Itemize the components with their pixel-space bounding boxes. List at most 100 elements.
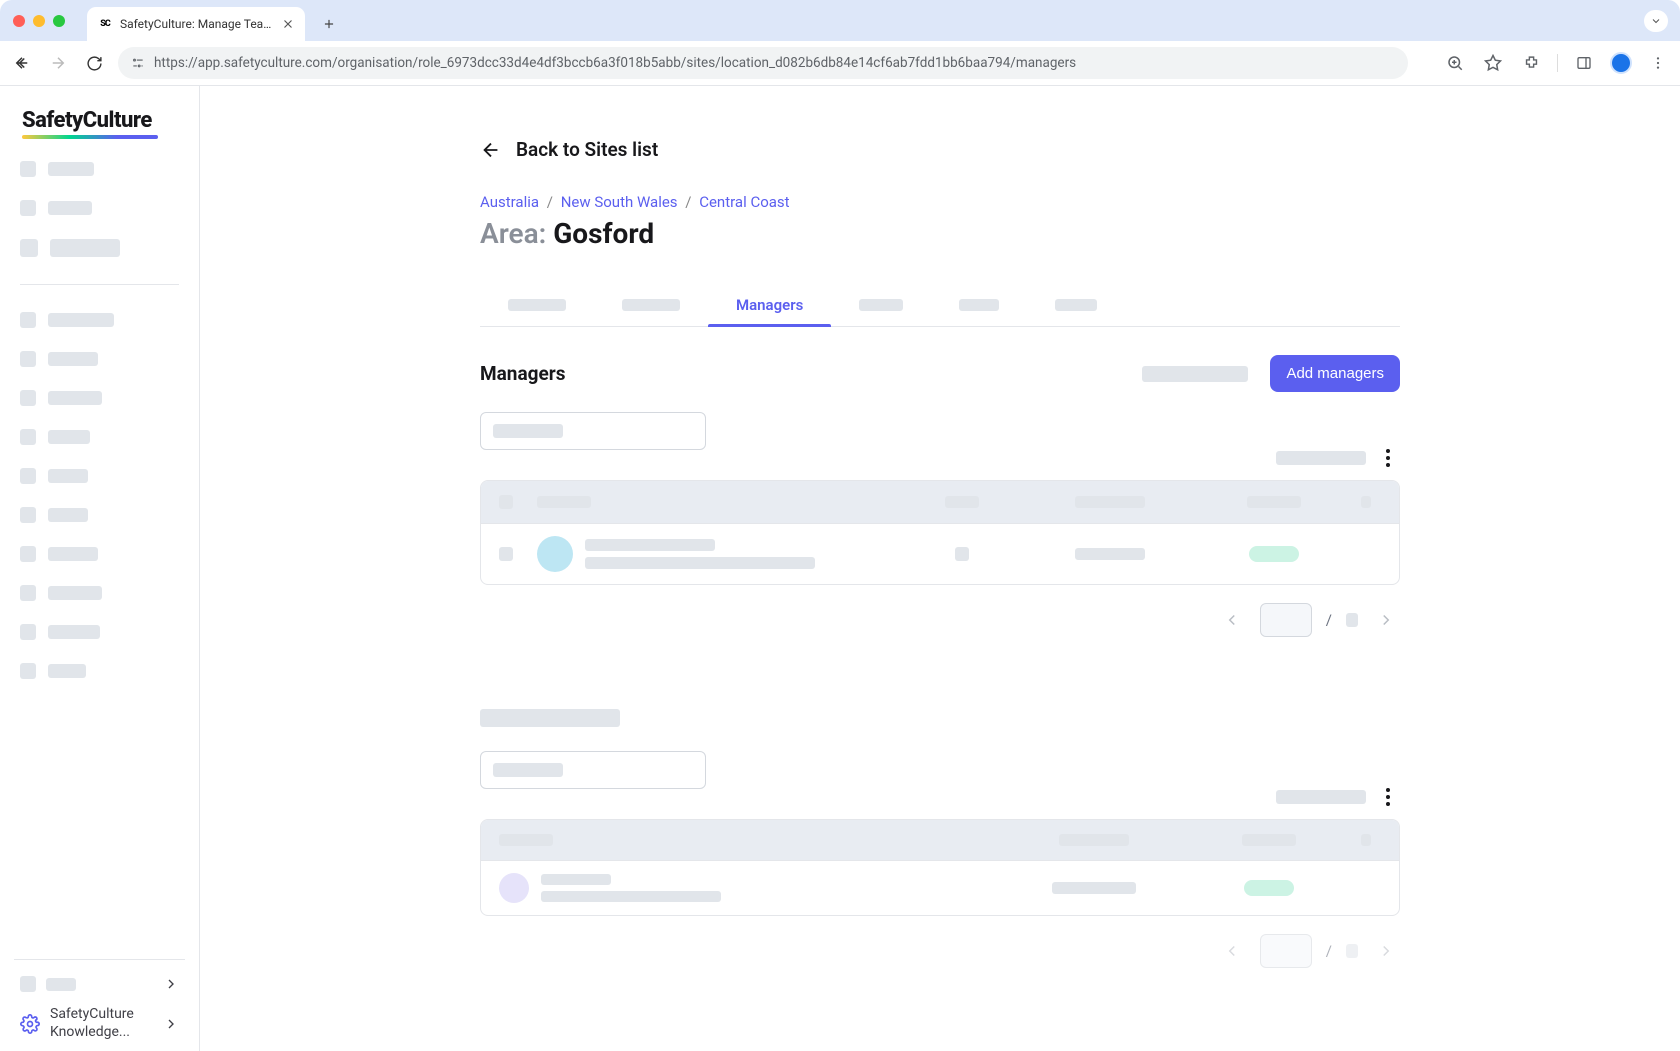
tab-placeholder[interactable]	[480, 286, 594, 326]
chevron-right-icon	[163, 1016, 179, 1032]
breadcrumb: Australia / New South Wales / Central Co…	[480, 193, 1400, 211]
pager-next[interactable]	[1372, 606, 1400, 634]
tab-title: SafetyCulture: Manage Teams and...	[120, 17, 274, 31]
checkbox[interactable]	[499, 547, 513, 561]
sidebar: SafetyCulture	[0, 86, 200, 1051]
pager-current-input[interactable]	[1260, 603, 1312, 637]
add-managers-button[interactable]: Add managers	[1270, 355, 1400, 392]
avatar	[499, 873, 529, 903]
arrow-left-icon	[480, 139, 502, 161]
filter-placeholder[interactable]	[1276, 451, 1366, 465]
pager-current-input[interactable]	[1260, 934, 1312, 968]
window-fullscreen-dot[interactable]	[53, 15, 65, 27]
sidebar-item[interactable]	[14, 312, 185, 328]
pager-prev[interactable]	[1218, 937, 1246, 965]
tab-managers[interactable]: Managers	[708, 286, 831, 326]
profile-avatar[interactable]	[1610, 52, 1632, 74]
new-tab-button[interactable]	[315, 10, 343, 38]
sidebar-divider	[20, 284, 179, 285]
forward-button[interactable]	[46, 51, 70, 75]
logo-underline	[22, 135, 158, 139]
section-title: Managers	[480, 362, 565, 385]
breadcrumb-sep: /	[685, 193, 691, 211]
browser-tab[interactable]: SC SafetyCulture: Manage Teams and...	[87, 7, 305, 41]
sidebar-item[interactable]	[14, 468, 185, 484]
side-panel-icon[interactable]	[1572, 51, 1596, 75]
pager-next[interactable]	[1372, 937, 1400, 965]
sidebar-item[interactable]	[14, 507, 185, 523]
section-header-managers: Managers Add managers	[480, 355, 1400, 392]
filter-placeholder[interactable]	[1276, 790, 1366, 804]
sidebar-item[interactable]	[14, 429, 185, 445]
sidebar-item[interactable]	[14, 546, 185, 562]
browser-tab-bar: SC SafetyCulture: Manage Teams and...	[0, 0, 1680, 41]
pagination: /	[480, 934, 1400, 968]
breadcrumb-link[interactable]: Australia	[480, 193, 539, 211]
tab-placeholder[interactable]	[931, 286, 1027, 326]
avatar	[537, 536, 573, 572]
breadcrumb-sep: /	[547, 193, 553, 211]
pagination: /	[480, 603, 1400, 637]
back-to-sites-link[interactable]: Back to Sites list	[480, 138, 1400, 161]
pager-total	[1346, 944, 1358, 958]
back-button[interactable]	[10, 51, 34, 75]
page-title: Area: Gosford	[480, 217, 1400, 250]
tabs: Managers	[480, 286, 1400, 327]
tab-placeholder[interactable]	[594, 286, 708, 326]
pager-total	[1346, 613, 1358, 627]
sidebar-item[interactable]	[14, 351, 185, 367]
toolbar-separator	[1557, 54, 1558, 72]
tab-placeholder[interactable]	[1027, 286, 1125, 326]
reload-button[interactable]	[82, 51, 106, 75]
close-icon[interactable]	[281, 17, 295, 31]
table-row[interactable]	[481, 860, 1399, 915]
sidebar-item[interactable]	[14, 585, 185, 601]
sidebar-item[interactable]	[14, 390, 185, 406]
site-settings-icon[interactable]	[130, 55, 146, 71]
pager-separator: /	[1326, 942, 1332, 960]
chevron-right-icon	[163, 976, 179, 992]
managers-table	[480, 480, 1400, 585]
section-title-placeholder	[480, 709, 620, 727]
title-prefix: Area:	[480, 217, 546, 250]
breadcrumb-link[interactable]: New South Wales	[561, 193, 678, 211]
logo-text: SafetyCulture	[22, 108, 177, 133]
search-input[interactable]	[480, 751, 706, 789]
tabs-overflow-button[interactable]	[1644, 10, 1668, 32]
breadcrumb-link[interactable]: Central Coast	[699, 193, 789, 211]
app-logo[interactable]: SafetyCulture	[22, 108, 177, 139]
tab-favicon: SC	[97, 16, 113, 32]
browser-toolbar: https://app.safetyculture.com/organisati…	[0, 41, 1680, 86]
knowledge-label: SafetyCulture Knowledge...	[50, 1006, 153, 1041]
sidebar-item[interactable]	[14, 239, 185, 257]
pager-separator: /	[1326, 611, 1332, 629]
url-text: https://app.safetyculture.com/organisati…	[154, 55, 1076, 71]
sidebar-item[interactable]	[14, 161, 185, 177]
kebab-menu[interactable]	[1376, 785, 1400, 809]
status-badge	[1244, 880, 1294, 896]
extensions-icon[interactable]	[1519, 51, 1543, 75]
sidebar-knowledge-link[interactable]: SafetyCulture Knowledge...	[14, 1006, 185, 1041]
sidebar-item[interactable]	[14, 663, 185, 679]
back-link-label: Back to Sites list	[516, 138, 658, 161]
sidebar-item[interactable]	[14, 200, 185, 216]
window-controls	[13, 15, 65, 27]
kebab-menu[interactable]	[1376, 446, 1400, 470]
table-row[interactable]	[481, 523, 1399, 584]
zoom-icon[interactable]	[1443, 51, 1467, 75]
search-input[interactable]	[480, 412, 706, 450]
main-content: Back to Sites list Australia / New South…	[200, 86, 1680, 1051]
checkbox-header[interactable]	[499, 495, 513, 509]
pager-prev[interactable]	[1218, 606, 1246, 634]
kebab-menu-icon[interactable]	[1646, 51, 1670, 75]
secondary-table	[480, 819, 1400, 916]
bookmark-icon[interactable]	[1481, 51, 1505, 75]
sidebar-collapsed-item[interactable]	[14, 976, 185, 992]
window-close-dot[interactable]	[13, 15, 25, 27]
window-minimize-dot[interactable]	[33, 15, 45, 27]
table-header	[481, 481, 1399, 523]
sidebar-item[interactable]	[14, 624, 185, 640]
address-bar[interactable]: https://app.safetyculture.com/organisati…	[118, 47, 1408, 79]
tab-placeholder[interactable]	[831, 286, 931, 326]
gear-icon	[20, 1014, 40, 1034]
